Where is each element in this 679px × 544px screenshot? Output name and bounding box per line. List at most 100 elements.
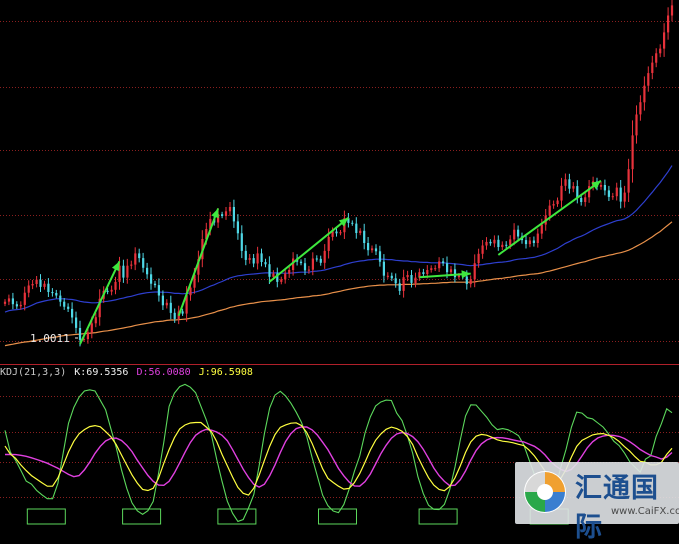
candle-body (446, 263, 449, 273)
candle-body (363, 230, 366, 243)
candle (528, 237, 531, 248)
candle (240, 225, 243, 259)
candle-body (59, 295, 62, 302)
candle (63, 298, 66, 310)
candle (611, 192, 614, 200)
trend-arrow-shaft (497, 179, 602, 256)
candle (422, 268, 425, 277)
candle-body (19, 304, 22, 307)
candle-body (528, 240, 531, 245)
candle-body (627, 169, 630, 193)
candle-body (473, 263, 476, 280)
candle (138, 248, 141, 263)
candle (481, 240, 484, 259)
candle-body (90, 323, 93, 333)
candle (505, 241, 508, 249)
candle-body (138, 253, 141, 259)
candle (469, 275, 472, 288)
candle (647, 66, 650, 92)
candle-body (351, 222, 354, 224)
candle-body (477, 253, 480, 264)
candle-body (173, 312, 176, 319)
candle (71, 302, 74, 324)
candle-body (374, 248, 378, 252)
watermark-title: 汇通国际 (575, 473, 659, 543)
candle (402, 269, 405, 298)
candle (359, 228, 362, 236)
candle-body (517, 229, 520, 237)
candle-body (359, 230, 362, 233)
candle (228, 202, 232, 216)
candle-body (414, 277, 417, 283)
candle-body (146, 267, 149, 275)
candle (264, 258, 267, 268)
candle (55, 289, 58, 299)
candle (489, 239, 492, 246)
candle (169, 295, 172, 320)
candle (224, 207, 228, 220)
candle-body (130, 264, 133, 266)
candle (339, 230, 342, 236)
candle (150, 267, 153, 290)
candle-body (540, 224, 543, 234)
candle (122, 259, 125, 283)
candle-body (39, 279, 42, 287)
candle-body (599, 185, 603, 187)
candle-body (86, 332, 89, 340)
candle-body (465, 276, 468, 285)
candle-body (224, 211, 228, 216)
candle-body (631, 135, 634, 170)
candle-body (303, 263, 307, 271)
candle (232, 199, 235, 228)
candle-body (651, 62, 654, 73)
candle (157, 278, 160, 302)
candle (536, 228, 539, 248)
candle-body (564, 179, 567, 186)
candle-body (643, 85, 646, 103)
candle-body (422, 272, 425, 274)
candle-body (134, 253, 137, 265)
candle (667, 7, 670, 40)
candle-body (603, 185, 606, 191)
candle-body (339, 232, 342, 234)
candle (643, 76, 646, 111)
candle (663, 23, 666, 57)
candle (323, 244, 326, 269)
candle-body (142, 258, 145, 268)
candle (386, 272, 389, 279)
candle-body (635, 114, 638, 136)
candle-body (639, 102, 642, 115)
candle-body (280, 279, 283, 282)
candle-body (55, 293, 58, 296)
candle-body (299, 261, 303, 264)
candle-body (449, 269, 453, 273)
watermark-logo-icon (524, 471, 566, 513)
candle-body (489, 241, 492, 244)
candle (485, 237, 488, 250)
candle-body (189, 287, 192, 296)
candle (31, 280, 34, 290)
candle (221, 211, 224, 219)
candle-body (390, 275, 393, 279)
candle-body (23, 292, 26, 305)
candle (497, 235, 500, 251)
candle (173, 308, 176, 323)
candle-body (7, 298, 11, 302)
candle (394, 273, 397, 288)
candle (501, 241, 504, 250)
candle (236, 214, 239, 240)
candle-body (394, 278, 397, 284)
candle (260, 248, 263, 267)
candle-body (438, 261, 441, 269)
candle (623, 185, 626, 208)
candle-body (288, 270, 291, 274)
candle-body (371, 248, 374, 251)
candle-body (670, 5, 674, 16)
candle-body (406, 275, 409, 278)
oversold-box (26, 508, 66, 525)
candle-body (513, 229, 516, 240)
candle (363, 223, 366, 250)
candle-body (165, 302, 168, 306)
kdj-k-value: K:69.5356 (74, 367, 129, 378)
candle-body (157, 285, 160, 296)
